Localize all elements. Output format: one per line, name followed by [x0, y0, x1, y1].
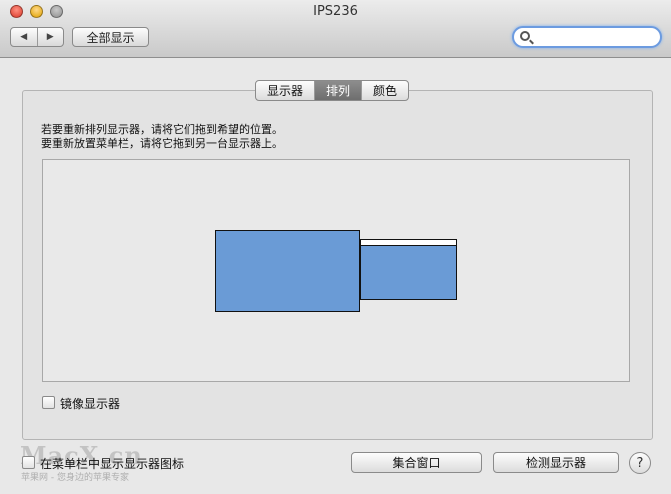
forward-button[interactable]: ▶ [36, 28, 64, 46]
tab-color[interactable]: 颜色 [361, 81, 408, 100]
tab-arrangement[interactable]: 排列 [314, 81, 362, 100]
help-icon: ? [636, 455, 644, 471]
search-input[interactable] [536, 29, 656, 45]
show-in-menubar-checkbox[interactable] [22, 456, 35, 469]
detect-displays-button[interactable]: 检测显示器 [493, 452, 619, 473]
show-in-menubar-label: 在菜单栏中显示显示器图标 [40, 457, 185, 471]
menu-bar-handle[interactable] [361, 240, 456, 246]
search-field[interactable] [512, 26, 662, 48]
show-all-button[interactable]: 全部显示 [72, 27, 149, 47]
display-main-thumbnail[interactable] [215, 230, 360, 312]
forward-arrow-icon: ▶ [46, 32, 54, 42]
mirror-displays-label: 镜像显示器 [60, 397, 121, 411]
window-title: IPS236 [313, 4, 358, 19]
tab-display[interactable]: 显示器 [256, 81, 314, 100]
back-button[interactable]: ◀ [11, 28, 37, 46]
gather-windows-button[interactable]: 集合窗口 [351, 452, 482, 473]
display-secondary-thumbnail[interactable] [360, 239, 457, 300]
mirror-displays-checkbox[interactable] [42, 396, 55, 409]
arrangement-instruction-2: 要重新放置菜单栏，请将它拖到另一台显示器上。 [41, 137, 283, 150]
tab-bar: 显示器 排列 颜色 [255, 80, 410, 101]
search-icon [520, 31, 530, 41]
help-button[interactable]: ? [629, 452, 651, 474]
back-forward-control: ◀ ▶ [10, 27, 64, 47]
window-toolbar: IPS236 ◀ ▶ 全部显示 [0, 0, 671, 58]
back-arrow-icon: ◀ [20, 32, 28, 42]
